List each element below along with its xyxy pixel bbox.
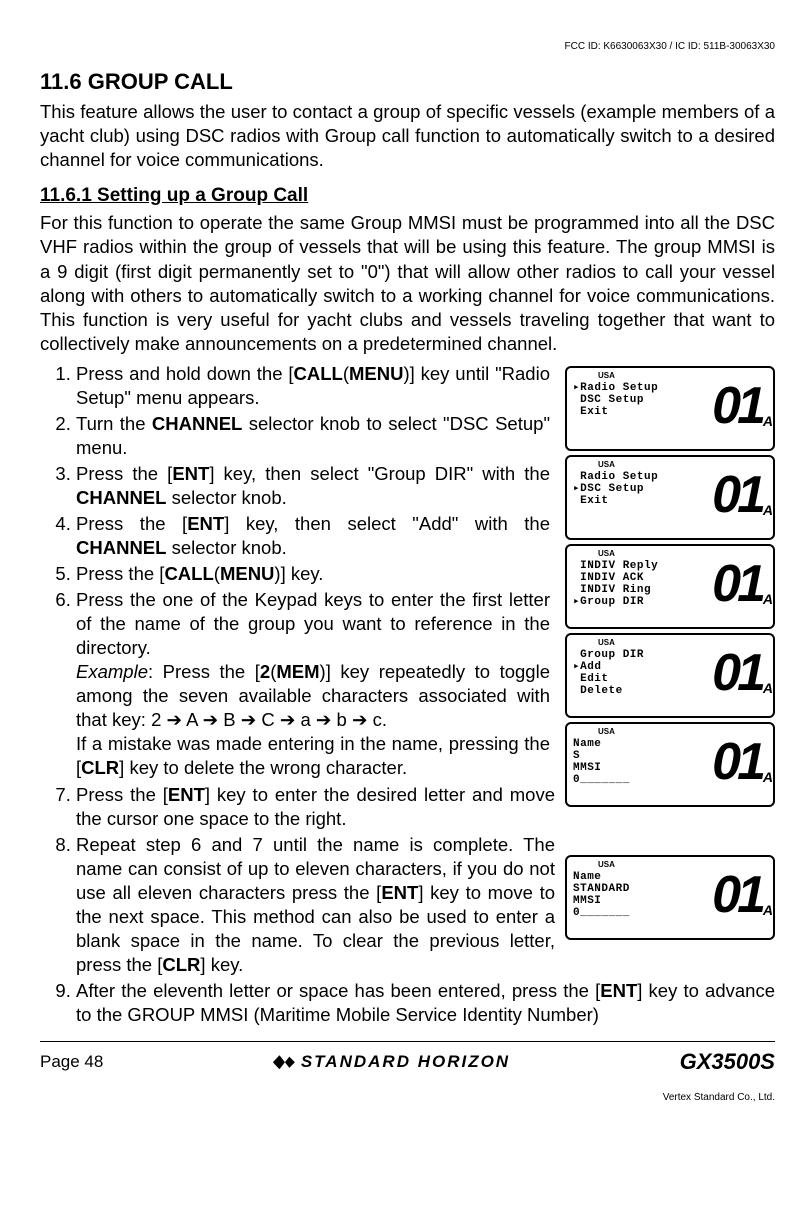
lcd-1: USA ▸Radio Setup DSC Setup Exit 01A	[565, 366, 775, 451]
lcd-4-text: Group DIR ▸Add Edit Delete	[573, 649, 712, 714]
lcd-3-text: INDIV Reply INDIV ACK INDIV Ring ▸Group …	[573, 560, 712, 625]
subsection-title: 11.6.1 Setting up a Group Call	[40, 184, 775, 209]
channel-number: 01A	[712, 382, 767, 447]
lcd-3: USA INDIV Reply INDIV ACK INDIV Ring ▸Gr…	[565, 544, 775, 629]
lcd-5-text: Name S MMSI 0_______	[573, 738, 712, 803]
lcd-6: USA Name STANDARD MMSI 0_______ 01A	[565, 855, 775, 940]
channel-number: 01A	[712, 560, 767, 625]
lcd-4: USA Group DIR ▸Add Edit Delete 01A	[565, 633, 775, 718]
company-fine-print: Vertex Standard Co., Ltd.	[40, 1091, 775, 1104]
lcd-column-1: USA ▸Radio Setup DSC Setup Exit 01A USA …	[565, 366, 775, 811]
page-footer: Page 48 STANDARD HORIZON GX3500S	[40, 1041, 775, 1077]
intro-paragraph: This feature allows the user to contact …	[40, 100, 775, 172]
lcd-1-text: ▸Radio Setup DSC Setup Exit	[573, 382, 712, 447]
section-title: 11.6 GROUP CALL	[40, 68, 775, 97]
lcd-column-2: USA Name STANDARD MMSI 0_______ 01A	[565, 855, 775, 944]
brand-logo: STANDARD HORIZON	[273, 1051, 510, 1073]
channel-number: 01A	[712, 649, 767, 714]
lcd-5: USA Name S MMSI 0_______ 01A	[565, 722, 775, 807]
lcd-2-text: Radio Setup ▸DSC Setup Exit	[573, 471, 712, 536]
model-name: GX3500S	[680, 1048, 775, 1077]
fcc-id: FCC ID: K6630063X30 / IC ID: 511B-30063X…	[40, 40, 775, 53]
subsection-intro: For this function to operate the same Gr…	[40, 211, 775, 355]
lcd-2: USA Radio Setup ▸DSC Setup Exit 01A	[565, 455, 775, 540]
channel-number: 01A	[712, 471, 767, 536]
channel-number: 01A	[712, 738, 767, 803]
step-9: After the eleventh letter or space has b…	[76, 979, 775, 1027]
page-number: Page 48	[40, 1051, 103, 1073]
lcd-6-text: Name STANDARD MMSI 0_______	[573, 871, 712, 936]
channel-number: 01A	[712, 871, 767, 936]
step-8: USA Name STANDARD MMSI 0_______ 01A Repe…	[76, 833, 775, 977]
wave-icon	[273, 1055, 295, 1069]
